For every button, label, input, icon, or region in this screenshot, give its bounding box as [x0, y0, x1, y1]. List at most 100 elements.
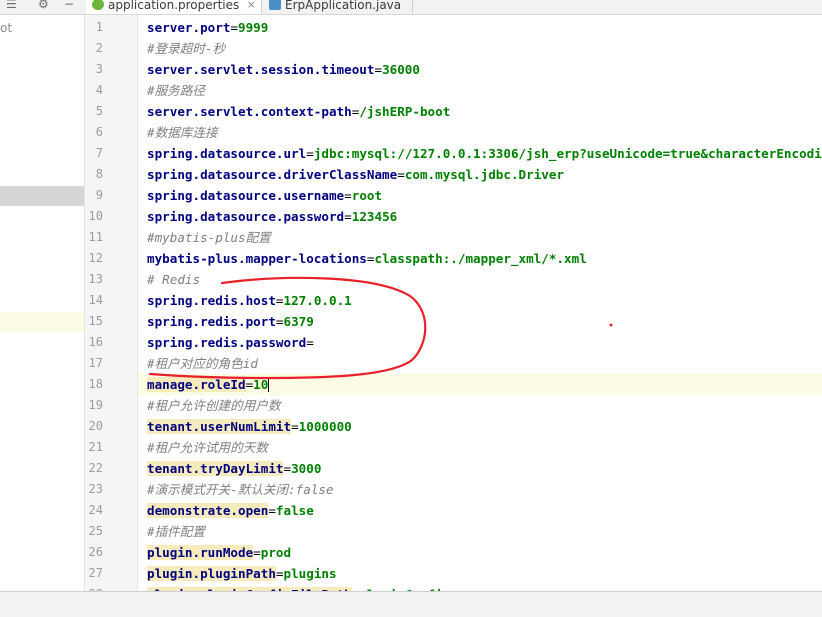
line-number: 9	[95, 188, 103, 202]
line-number-gutter: 1 2 3 4 5 6 7 8 9 10 11 12 13 14 15 16 17 18 19 20 21 22 23 24 2…	[85, 15, 138, 601]
code-line[interactable]: tenant.userNumLimit=1000000	[138, 416, 822, 437]
code-line[interactable]: mybatis-plus.mapper-locations=classpath:…	[138, 248, 822, 269]
code-line[interactable]: #演示模式开关-默认关闭:false	[138, 479, 822, 500]
property-key: spring.datasource.username	[147, 188, 345, 203]
line-number: 8	[95, 167, 103, 181]
code-line[interactable]: #登录超时-秒	[138, 38, 822, 59]
equals-sign: =	[253, 545, 261, 560]
code-line[interactable]: spring.datasource.password=123456	[138, 206, 822, 227]
code-line[interactable]: spring.redis.host=127.0.0.1	[138, 290, 822, 311]
line-number: 18	[88, 377, 103, 391]
gear-icon[interactable]: ⚙	[38, 0, 49, 11]
line-number: 24	[88, 503, 103, 517]
line-number: 26	[88, 545, 103, 559]
property-value: 6379	[283, 314, 314, 329]
line-number: 21	[88, 440, 103, 454]
tab-label: application.properties	[108, 0, 240, 12]
line-number: 20	[88, 419, 103, 433]
equals-sign: =	[306, 146, 314, 161]
equals-sign: =	[291, 419, 299, 434]
property-key: spring.redis.host	[147, 293, 276, 308]
line-number: 4	[95, 83, 103, 97]
code-line[interactable]: #服务路径	[138, 80, 822, 101]
code-line[interactable]: #mybatis-plus配置	[138, 227, 822, 248]
collapse-icon[interactable]: ☰	[6, 0, 17, 11]
code-line[interactable]: server.port=9999	[138, 17, 822, 38]
line-number: 7	[95, 146, 103, 160]
tab-erp-application-java[interactable]: ErpApplication.java	[263, 0, 413, 14]
code-line[interactable]: # Redis	[138, 269, 822, 290]
tab-label: ErpApplication.java	[285, 0, 402, 12]
property-value: 36000	[382, 62, 420, 77]
code-line[interactable]: spring.datasource.driverClassName=com.my…	[138, 164, 822, 185]
line-number: 16	[88, 335, 103, 349]
code-editor[interactable]: server.port=9999 #登录超时-秒 server.servlet.se…	[138, 15, 822, 591]
code-line[interactable]: #租户允许创建的用户数	[138, 395, 822, 416]
comment-text: #租户允许试用的天数	[147, 440, 268, 455]
code-line[interactable]: server.servlet.context-path=/jshERP-boot	[138, 101, 822, 122]
property-value: 123456	[351, 209, 398, 224]
property-value: jdbc:mysql://127.0.0.1:3306/jsh_erp?useU…	[313, 146, 822, 161]
tab-application-properties[interactable]: application.properties ×	[86, 0, 262, 14]
property-key: server.port	[147, 20, 231, 35]
editor-tab-bar: ☰ ⚙ − application.properties × ErpApplic…	[0, 0, 822, 15]
code-line[interactable]: plugin.pluginConfigFilePath=pluginConfig	[138, 584, 822, 591]
minimize-icon[interactable]: −	[64, 0, 74, 11]
spring-properties-icon	[92, 0, 104, 10]
project-tree-selected-row[interactable]	[0, 186, 84, 206]
comment-text: #插件配置	[147, 524, 205, 539]
comment-text: #数据库连接	[147, 125, 218, 140]
property-value: 3000	[291, 461, 322, 476]
code-line[interactable]: manage.roleId=10	[138, 374, 822, 395]
property-key: tenant.tryDayLimit	[147, 461, 284, 476]
equals-sign: =	[344, 209, 352, 224]
code-line[interactable]: server.servlet.session.timeout=36000	[138, 59, 822, 80]
equals-sign: =	[230, 20, 238, 35]
project-tree-item-partial[interactable]: ot	[0, 21, 12, 35]
property-value: prod	[260, 545, 292, 560]
project-tree-current-row	[0, 312, 84, 332]
code-line[interactable]: #租户允许试用的天数	[138, 437, 822, 458]
line-number: 12	[88, 251, 103, 265]
line-number: 23	[88, 482, 103, 496]
code-line[interactable]: plugin.pluginPath=plugins	[138, 563, 822, 584]
java-class-icon	[269, 0, 281, 10]
equals-sign: =	[283, 461, 292, 476]
property-value: 127.0.0.1	[283, 293, 352, 308]
code-line[interactable]: #数据库连接	[138, 122, 822, 143]
line-number: 11	[88, 230, 103, 244]
property-key: spring.redis.password	[147, 335, 307, 350]
property-value: false	[275, 503, 314, 518]
line-number: 3	[95, 62, 103, 76]
code-line[interactable]: spring.datasource.username=root	[138, 185, 822, 206]
code-line[interactable]: spring.redis.password=	[138, 332, 822, 353]
property-key: manage.roleId	[147, 377, 246, 392]
line-number: 13	[88, 272, 103, 286]
property-key: tenant.userNumLimit	[147, 419, 292, 434]
property-key: server.servlet.session.timeout	[147, 62, 375, 77]
equals-sign: =	[275, 566, 284, 581]
comment-text: #租户允许创建的用户数	[147, 398, 281, 413]
code-line[interactable]: spring.redis.port=6379	[138, 311, 822, 332]
property-value: 1000000	[298, 419, 352, 434]
comment-text: #mybatis-plus配置	[147, 230, 271, 245]
property-key: plugin.pluginPath	[147, 566, 276, 581]
line-number: 15	[88, 314, 103, 328]
line-number: 19	[88, 398, 103, 412]
line-number: 27	[88, 566, 103, 580]
code-line[interactable]: #插件配置	[138, 521, 822, 542]
close-icon[interactable]: ×	[247, 0, 256, 10]
text-caret	[268, 377, 270, 392]
code-line[interactable]: tenant.tryDayLimit=3000	[138, 458, 822, 479]
property-value: 9999	[238, 20, 269, 35]
equals-sign: =	[374, 62, 383, 77]
line-number: 1	[95, 20, 103, 34]
code-line[interactable]: spring.datasource.url=jdbc:mysql://127.0…	[138, 143, 822, 164]
line-number: 14	[88, 293, 103, 307]
comment-text: # Redis	[147, 272, 201, 287]
property-key: plugin.runMode	[147, 545, 254, 560]
code-line[interactable]: plugin.runMode=prod	[138, 542, 822, 563]
code-line[interactable]: demonstrate.open=false	[138, 500, 822, 521]
code-line[interactable]: #租户对应的角色id	[138, 353, 822, 374]
line-number: 25	[88, 524, 103, 538]
